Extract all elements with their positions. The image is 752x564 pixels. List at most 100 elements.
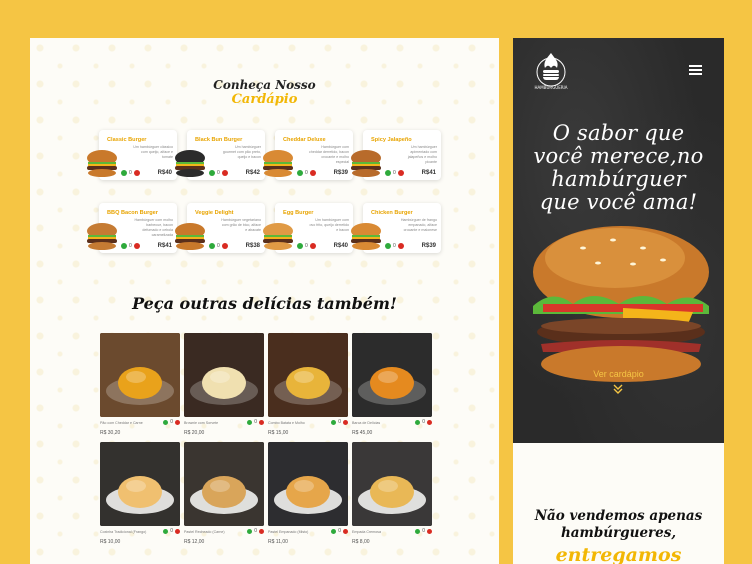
menu-item-name: BBQ Bacon Burger <box>107 210 158 216</box>
remove-icon[interactable] <box>259 419 264 425</box>
remove-icon[interactable] <box>309 170 316 176</box>
add-icon[interactable] <box>247 419 253 425</box>
quantity-value: 0 <box>338 528 341 534</box>
quantity-value: 0 <box>170 419 173 425</box>
menu-item-name: Black Bun Burger <box>195 137 243 143</box>
add-icon[interactable] <box>385 243 391 249</box>
add-icon[interactable] <box>121 243 127 249</box>
quantity-value: 0 <box>217 170 220 176</box>
add-icon[interactable] <box>415 419 421 425</box>
burger-image <box>263 223 293 250</box>
product-image <box>352 442 432 526</box>
menu-card[interactable]: Egg Burger Um hambúrguer com ovo frito, … <box>263 203 353 253</box>
view-menu-link[interactable]: Ver cardápio <box>513 369 724 379</box>
headline-line: O sabor que <box>552 121 685 145</box>
remove-icon[interactable] <box>343 419 348 425</box>
menu-item-name: Classic Burger <box>107 137 147 143</box>
product-card[interactable]: Pastel Empanado (Misto) 0 R$ 11,00 <box>268 442 348 545</box>
burger-image <box>351 150 381 177</box>
add-icon[interactable] <box>331 528 337 534</box>
remove-icon[interactable] <box>175 419 180 425</box>
product-name: Pastel Empanado (Misto) <box>268 530 309 534</box>
menu-card[interactable]: BBQ Bacon Burger Hambúrguer com molho ba… <box>87 203 177 253</box>
add-icon[interactable] <box>163 528 169 534</box>
add-icon[interactable] <box>415 528 421 534</box>
chevron-down-icon[interactable] <box>612 383 624 395</box>
menu-card[interactable]: Chicken Burger Hambúrguer de frango empa… <box>351 203 441 253</box>
add-icon[interactable] <box>209 170 215 176</box>
menu-card[interactable]: Spicy Jalapeño Um hambúrguer apimentado … <box>351 130 441 180</box>
menu-item-name: Cheddar Deluxe <box>283 137 326 143</box>
remove-icon[interactable] <box>221 243 228 249</box>
menu-item-price: R$41 <box>421 170 436 176</box>
remove-icon[interactable] <box>133 243 140 249</box>
burger-image <box>175 223 205 250</box>
burger-image <box>87 150 117 177</box>
product-card[interactable]: Coxinha Tradicional (Frango) 0 R$ 10,00 <box>100 442 180 545</box>
quantity-value: 0 <box>129 243 132 249</box>
remove-icon[interactable] <box>133 170 140 176</box>
remove-icon[interactable] <box>427 419 432 425</box>
product-card[interactable]: Pastel Recheado (Carne) 0 R$ 12,00 <box>184 442 264 545</box>
add-icon[interactable] <box>163 419 169 425</box>
others-title: Peça outras delícias também! <box>132 294 397 313</box>
hamburger-menu-icon[interactable] <box>689 65 702 75</box>
product-card[interactable]: Barca de Delícias 0 R$ 45,00 <box>352 333 432 436</box>
add-icon[interactable] <box>247 528 253 534</box>
add-icon[interactable] <box>297 243 303 249</box>
quantity-value: 0 <box>305 243 308 249</box>
product-name: Combo Batata e Molho <box>268 421 305 425</box>
product-price: R$ 10,00 <box>100 539 121 545</box>
quantity-stepper: 0 <box>163 528 180 534</box>
menu-card[interactable]: Veggie Delight Hambúrguer vegetariano co… <box>175 203 265 253</box>
remove-icon[interactable] <box>221 170 228 176</box>
flame-logo-icon[interactable]: HAMBURGUERIA <box>529 48 573 92</box>
quantity-stepper: 0 <box>297 170 316 176</box>
remove-icon[interactable] <box>427 528 432 534</box>
hero-section: HAMBURGUERIA O sabor que você merece,no … <box>513 38 724 443</box>
remove-icon[interactable] <box>175 528 180 534</box>
product-image <box>268 442 348 526</box>
quantity-value: 0 <box>422 419 425 425</box>
menu-card[interactable]: Classic Burger Um hambúrguer clássico co… <box>87 130 177 180</box>
quantity-stepper: 0 <box>209 170 228 176</box>
quantity-stepper: 0 <box>385 170 404 176</box>
add-icon[interactable] <box>385 170 391 176</box>
menu-item-price: R$38 <box>245 243 260 249</box>
menu-item-description: Um hambúrguer com ovo frito, queijo derr… <box>309 218 349 232</box>
product-price: R$ 20,00 <box>184 430 205 436</box>
product-card[interactable]: Brownie com Sorvete 0 R$ 20,00 <box>184 333 264 436</box>
add-icon[interactable] <box>209 243 215 249</box>
quantity-stepper: 0 <box>121 170 140 176</box>
menu-title-line2: Cardápio <box>231 92 298 107</box>
quantity-stepper: 0 <box>247 419 264 425</box>
menu-item-description: Um hambúrguer clássico com queijo, alfac… <box>133 145 173 159</box>
remove-icon[interactable] <box>309 243 316 249</box>
product-card[interactable]: Pão com Cheddar e Carne 0 R$ 30,20 <box>100 333 180 436</box>
menu-item-name: Spicy Jalapeño <box>371 137 412 143</box>
menu-item-price: R$40 <box>157 170 172 176</box>
quantity-stepper: 0 <box>415 528 432 534</box>
remove-icon[interactable] <box>343 528 348 534</box>
add-icon[interactable] <box>121 170 127 176</box>
product-card[interactable]: Empada Cremosa 0 R$ 8,00 <box>352 442 432 545</box>
burger-image <box>175 150 205 177</box>
about-title-line: hambúrgueres, <box>560 525 677 541</box>
add-icon[interactable] <box>297 170 303 176</box>
remove-icon[interactable] <box>259 528 264 534</box>
menu-item-description: Um hambúrguer gourmet com pão preto, que… <box>222 145 261 159</box>
menu-card[interactable]: Black Bun Burger Um hambúrguer gourmet c… <box>175 130 265 180</box>
menu-card[interactable]: Cheddar Deluxe Hambúrguer com cheddar de… <box>263 130 353 180</box>
product-card[interactable]: Combo Batata e Molho 0 R$ 15,00 <box>268 333 348 436</box>
product-price: R$ 45,00 <box>352 430 373 436</box>
menu-item-description: Hambúrguer com molho barbecue, bacon def… <box>134 218 173 237</box>
product-image <box>184 442 264 526</box>
quantity-value: 0 <box>393 170 396 176</box>
product-price: R$ 30,20 <box>100 430 121 436</box>
logo-text: HAMBURGUERIA <box>535 85 568 90</box>
quantity-stepper: 0 <box>385 243 404 249</box>
remove-icon[interactable] <box>397 170 404 176</box>
add-icon[interactable] <box>331 419 337 425</box>
remove-icon[interactable] <box>397 243 404 249</box>
menu-title-line1: Conheça Nosso <box>213 78 316 92</box>
